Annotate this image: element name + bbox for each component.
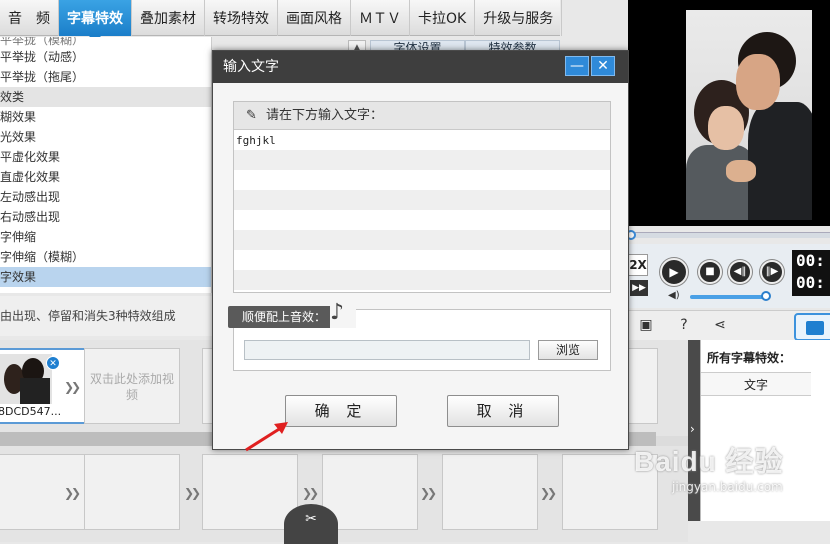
remove-clip-icon[interactable]: ✕	[46, 356, 60, 370]
previous-frame-icon[interactable]: ◀‖	[728, 260, 752, 284]
scissors-icon[interactable]: ✂	[284, 504, 338, 544]
sound-effect-panel: 顺便配上音效： ♪ 浏览	[228, 300, 611, 371]
tab-karaoke[interactable]: 卡拉OK	[410, 0, 476, 36]
arrow-icon: ❯❯	[540, 486, 557, 500]
tab-mtv[interactable]: ＭＴＶ	[351, 0, 410, 36]
tab-transition-effects[interactable]: 转场特效	[205, 0, 278, 36]
empty-slot[interactable]	[84, 454, 180, 530]
close-button[interactable]: ✕	[591, 56, 615, 76]
clip-thumbnail	[0, 354, 52, 404]
sound-file-input[interactable]	[244, 340, 530, 360]
save-icon[interactable]: ▣	[638, 317, 654, 333]
effect-item[interactable]: 平举拢（拖尾）	[0, 67, 211, 87]
effect-item[interactable]: 平举拢（动感）	[0, 47, 211, 67]
effect-group-header[interactable]: 效类	[0, 87, 211, 107]
arrow-icon: ❯❯	[302, 486, 319, 500]
effect-item[interactable]: 右动感出现	[0, 207, 211, 227]
arrow-icon: ❯❯	[64, 380, 81, 394]
input-text-dialog: 输入文字 — ✕ ✎ 请在下方输入文字： fghjkl 顺便配上音效： ♪ 浏览 …	[212, 50, 629, 450]
current-time: 00:	[796, 251, 825, 270]
effect-item[interactable]: 糊效果	[0, 107, 211, 127]
total-time: 00:	[796, 273, 825, 292]
effect-item-selected[interactable]: 字效果	[0, 267, 211, 287]
ok-button[interactable]: 确 定	[285, 395, 397, 427]
effect-list: 平举拢（模糊） 平举拢（动感） 平举拢（拖尾） 效类 糊效果 光效果 平虚化效果…	[0, 37, 212, 293]
volume-slider[interactable]	[690, 291, 771, 301]
music-note-icon: ♪	[330, 300, 356, 328]
tab-overlay-material[interactable]: 叠加素材	[132, 0, 205, 36]
help-icon[interactable]: ?	[676, 317, 692, 333]
speed-button[interactable]: 2X	[628, 254, 648, 276]
effect-item[interactable]: 左动感出现	[0, 187, 211, 207]
main-tab-bar: 音 频 字幕特效 叠加素材 转场特效 画面风格 ＭＴＶ 卡拉OK 升级与服务	[0, 0, 563, 42]
red-arrow-annotation	[245, 422, 288, 452]
add-video-slot[interactable]: 双击此处添加视频	[84, 348, 180, 424]
share-icon[interactable]: ⋖	[712, 317, 728, 333]
effect-item[interactable]: 平虚化效果	[0, 147, 211, 167]
empty-slot[interactable]	[442, 454, 538, 530]
effect-item[interactable]: 字伸缩（模糊）	[0, 247, 211, 267]
effect-description: 由出现、停留和消失3种特效组成	[0, 296, 212, 336]
preview-toolbar: ▣ ? ⋖	[628, 310, 830, 341]
empty-slot[interactable]	[202, 454, 298, 530]
browse-button[interactable]: 浏览	[538, 340, 598, 360]
text-input-prompt: 请在下方输入文字：	[266, 108, 384, 123]
column-header-text[interactable]: 文字	[701, 372, 811, 396]
clip-row: ❯❯ ❯❯ ❯❯ ❯❯ ❯❯	[0, 446, 688, 542]
all-effects-title: 所有字幕特效：	[707, 351, 792, 365]
play-icon[interactable]: ▶	[660, 258, 688, 286]
tab-audio[interactable]: 音 频	[0, 0, 59, 36]
arrow-icon: ❯❯	[184, 486, 201, 500]
player-controls: 2X ▶▶ ▶ ■ ◀‖ ‖▶ 00: 00: ◀)	[628, 244, 830, 308]
effect-item[interactable]: 平举拢（模糊）	[0, 37, 211, 47]
minimize-button[interactable]: —	[565, 56, 589, 76]
sound-effect-label: 顺便配上音效：	[228, 306, 337, 328]
fast-forward-icon[interactable]: ▶▶	[630, 280, 648, 296]
tab-upgrade-service[interactable]: 升级与服务	[475, 0, 563, 36]
collapse-handle-icon[interactable]	[688, 340, 700, 521]
edit-icon: ✎	[246, 108, 257, 123]
stop-icon[interactable]: ■	[698, 260, 722, 284]
preview-image	[686, 10, 812, 220]
all-effects-panel: 所有字幕特效： 文字	[700, 340, 830, 521]
volume-icon[interactable]: ◀)	[668, 290, 680, 301]
tab-picture-style[interactable]: 画面风格	[278, 0, 351, 36]
dialog-title: 输入文字	[223, 59, 279, 75]
time-display: 00: 00:	[792, 250, 830, 296]
export-button[interactable]	[794, 313, 830, 341]
cancel-button[interactable]: 取 消	[447, 395, 559, 427]
clip-caption: 8DCD547...	[0, 405, 62, 418]
text-input-area[interactable]: fghjkl	[234, 130, 610, 292]
video-preview	[628, 0, 830, 226]
text-input-value[interactable]: fghjkl	[236, 134, 276, 147]
playback-progress[interactable]	[626, 230, 830, 240]
effect-item[interactable]: 直虚化效果	[0, 167, 211, 187]
arrow-icon: ❯❯	[420, 486, 437, 500]
effect-item[interactable]: 字伸缩	[0, 227, 211, 247]
effect-item[interactable]: 光效果	[0, 127, 211, 147]
volume-knob[interactable]	[761, 291, 771, 301]
dialog-titlebar[interactable]: 输入文字 — ✕	[213, 51, 628, 83]
arrow-icon: ❯❯	[64, 486, 81, 500]
next-frame-icon[interactable]: ‖▶	[760, 260, 784, 284]
text-input-panel: ✎ 请在下方输入文字： fghjkl	[233, 101, 611, 293]
text-input-header: ✎ 请在下方输入文字：	[234, 102, 610, 130]
empty-slot[interactable]	[562, 454, 658, 530]
tab-subtitle-effects[interactable]: 字幕特效	[59, 0, 132, 42]
